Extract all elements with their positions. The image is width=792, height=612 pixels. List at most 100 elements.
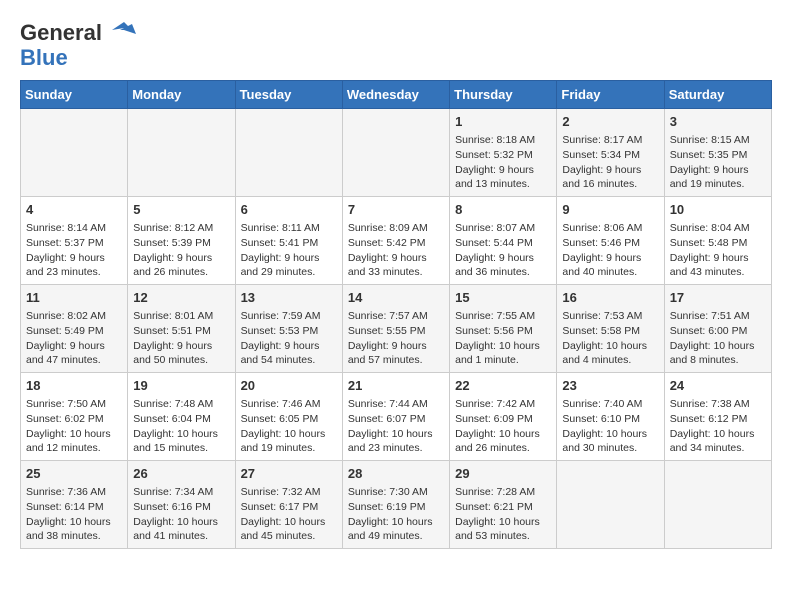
day-content: Sunrise: 7:59 AM Sunset: 5:53 PM Dayligh… [241, 309, 337, 368]
day-content: Sunrise: 7:51 AM Sunset: 6:00 PM Dayligh… [670, 309, 766, 368]
day-number: 12 [133, 289, 229, 307]
day-number: 22 [455, 377, 551, 395]
day-content: Sunrise: 7:40 AM Sunset: 6:10 PM Dayligh… [562, 397, 658, 456]
calendar-header-row: SundayMondayTuesdayWednesdayThursdayFrid… [21, 81, 772, 109]
calendar-cell: 1 Sunrise: 8:18 AM Sunset: 5:32 PM Daylig… [450, 109, 557, 197]
calendar-cell: 15 Sunrise: 7:55 AM Sunset: 5:56 PM Dayli… [450, 285, 557, 373]
logo: General Blue [20, 20, 138, 70]
calendar-cell [342, 109, 449, 197]
day-number: 26 [133, 465, 229, 483]
day-number: 20 [241, 377, 337, 395]
day-number: 7 [348, 201, 444, 219]
day-number: 24 [670, 377, 766, 395]
day-content: Sunrise: 8:11 AM Sunset: 5:41 PM Dayligh… [241, 221, 337, 280]
calendar-cell: 3 Sunrise: 8:15 AM Sunset: 5:35 PM Daylig… [664, 109, 771, 197]
day-number: 4 [26, 201, 122, 219]
day-content: Sunrise: 8:07 AM Sunset: 5:44 PM Dayligh… [455, 221, 551, 280]
day-header-wednesday: Wednesday [342, 81, 449, 109]
day-content: Sunrise: 7:28 AM Sunset: 6:21 PM Dayligh… [455, 485, 551, 544]
day-content: Sunrise: 8:15 AM Sunset: 5:35 PM Dayligh… [670, 133, 766, 192]
day-number: 21 [348, 377, 444, 395]
day-header-tuesday: Tuesday [235, 81, 342, 109]
day-number: 1 [455, 113, 551, 131]
calendar-cell: 2 Sunrise: 8:17 AM Sunset: 5:34 PM Daylig… [557, 109, 664, 197]
day-number: 9 [562, 201, 658, 219]
logo-bird-icon [104, 20, 136, 46]
calendar-week-row: 11Sunrise: 8:02 AM Sunset: 5:49 PM Dayli… [21, 285, 772, 373]
day-content: Sunrise: 7:55 AM Sunset: 5:56 PM Dayligh… [455, 309, 551, 368]
day-content: Sunrise: 7:48 AM Sunset: 6:04 PM Dayligh… [133, 397, 229, 456]
calendar-week-row: 4 Sunrise: 8:14 AM Sunset: 5:37 PM Daylig… [21, 197, 772, 285]
calendar-cell: 7 Sunrise: 8:09 AM Sunset: 5:42 PM Daylig… [342, 197, 449, 285]
day-number: 13 [241, 289, 337, 307]
calendar-cell: 8 Sunrise: 8:07 AM Sunset: 5:44 PM Daylig… [450, 197, 557, 285]
day-header-thursday: Thursday [450, 81, 557, 109]
day-content: Sunrise: 7:53 AM Sunset: 5:58 PM Dayligh… [562, 309, 658, 368]
calendar-week-row: 18Sunrise: 7:50 AM Sunset: 6:02 PM Dayli… [21, 373, 772, 461]
day-number: 27 [241, 465, 337, 483]
logo-general: General [20, 21, 102, 45]
calendar-cell: 21Sunrise: 7:44 AM Sunset: 6:07 PM Dayli… [342, 373, 449, 461]
day-header-saturday: Saturday [664, 81, 771, 109]
day-content: Sunrise: 8:17 AM Sunset: 5:34 PM Dayligh… [562, 133, 658, 192]
day-content: Sunrise: 8:02 AM Sunset: 5:49 PM Dayligh… [26, 309, 122, 368]
day-number: 14 [348, 289, 444, 307]
day-content: Sunrise: 8:18 AM Sunset: 5:32 PM Dayligh… [455, 133, 551, 192]
calendar-cell: 19 Sunrise: 7:48 AM Sunset: 6:04 PM Dayli… [128, 373, 235, 461]
day-content: Sunrise: 8:01 AM Sunset: 5:51 PM Dayligh… [133, 309, 229, 368]
calendar-cell: 10Sunrise: 8:04 AM Sunset: 5:48 PM Dayli… [664, 197, 771, 285]
calendar-cell: 6 Sunrise: 8:11 AM Sunset: 5:41 PM Daylig… [235, 197, 342, 285]
calendar-cell: 17 Sunrise: 7:51 AM Sunset: 6:00 PM Dayli… [664, 285, 771, 373]
day-number: 8 [455, 201, 551, 219]
calendar-cell: 27 Sunrise: 7:32 AM Sunset: 6:17 PM Dayli… [235, 460, 342, 548]
calendar-cell [21, 109, 128, 197]
day-content: Sunrise: 7:30 AM Sunset: 6:19 PM Dayligh… [348, 485, 444, 544]
day-content: Sunrise: 7:36 AM Sunset: 6:14 PM Dayligh… [26, 485, 122, 544]
calendar-cell [664, 460, 771, 548]
day-content: Sunrise: 7:57 AM Sunset: 5:55 PM Dayligh… [348, 309, 444, 368]
day-number: 5 [133, 201, 229, 219]
day-content: Sunrise: 8:09 AM Sunset: 5:42 PM Dayligh… [348, 221, 444, 280]
calendar-cell: 20Sunrise: 7:46 AM Sunset: 6:05 PM Dayli… [235, 373, 342, 461]
calendar-cell: 16 Sunrise: 7:53 AM Sunset: 5:58 PM Dayli… [557, 285, 664, 373]
day-number: 15 [455, 289, 551, 307]
calendar-cell: 13 Sunrise: 7:59 AM Sunset: 5:53 PM Dayli… [235, 285, 342, 373]
logo-blue: Blue [20, 46, 138, 70]
calendar-cell: 29 Sunrise: 7:28 AM Sunset: 6:21 PM Dayli… [450, 460, 557, 548]
day-header-friday: Friday [557, 81, 664, 109]
calendar-cell: 26 Sunrise: 7:34 AM Sunset: 6:16 PM Dayli… [128, 460, 235, 548]
page-header: General Blue [20, 20, 772, 70]
day-content: Sunrise: 7:42 AM Sunset: 6:09 PM Dayligh… [455, 397, 551, 456]
day-number: 6 [241, 201, 337, 219]
calendar-cell: 5 Sunrise: 8:12 AM Sunset: 5:39 PM Daylig… [128, 197, 235, 285]
calendar-table: SundayMondayTuesdayWednesdayThursdayFrid… [20, 80, 772, 549]
calendar-cell: 18Sunrise: 7:50 AM Sunset: 6:02 PM Dayli… [21, 373, 128, 461]
day-content: Sunrise: 8:14 AM Sunset: 5:37 PM Dayligh… [26, 221, 122, 280]
calendar-cell: 14 Sunrise: 7:57 AM Sunset: 5:55 PM Dayli… [342, 285, 449, 373]
calendar-week-row: 25 Sunrise: 7:36 AM Sunset: 6:14 PM Dayli… [21, 460, 772, 548]
day-content: Sunrise: 7:32 AM Sunset: 6:17 PM Dayligh… [241, 485, 337, 544]
calendar-cell: 9Sunrise: 8:06 AM Sunset: 5:46 PM Daylig… [557, 197, 664, 285]
calendar-cell: 23 Sunrise: 7:40 AM Sunset: 6:10 PM Dayli… [557, 373, 664, 461]
day-number: 18 [26, 377, 122, 395]
day-number: 17 [670, 289, 766, 307]
day-number: 23 [562, 377, 658, 395]
calendar-cell: 24 Sunrise: 7:38 AM Sunset: 6:12 PM Dayli… [664, 373, 771, 461]
day-header-monday: Monday [128, 81, 235, 109]
calendar-cell [128, 109, 235, 197]
calendar-cell: 25 Sunrise: 7:36 AM Sunset: 6:14 PM Dayli… [21, 460, 128, 548]
calendar-cell: 22 Sunrise: 7:42 AM Sunset: 6:09 PM Dayli… [450, 373, 557, 461]
day-number: 29 [455, 465, 551, 483]
day-number: 2 [562, 113, 658, 131]
day-number: 19 [133, 377, 229, 395]
day-content: Sunrise: 7:34 AM Sunset: 6:16 PM Dayligh… [133, 485, 229, 544]
calendar-cell: 11Sunrise: 8:02 AM Sunset: 5:49 PM Dayli… [21, 285, 128, 373]
day-content: Sunrise: 7:38 AM Sunset: 6:12 PM Dayligh… [670, 397, 766, 456]
calendar-cell: 12 Sunrise: 8:01 AM Sunset: 5:51 PM Dayli… [128, 285, 235, 373]
day-number: 25 [26, 465, 122, 483]
day-content: Sunrise: 8:04 AM Sunset: 5:48 PM Dayligh… [670, 221, 766, 280]
day-content: Sunrise: 8:12 AM Sunset: 5:39 PM Dayligh… [133, 221, 229, 280]
day-number: 3 [670, 113, 766, 131]
day-header-sunday: Sunday [21, 81, 128, 109]
day-number: 16 [562, 289, 658, 307]
